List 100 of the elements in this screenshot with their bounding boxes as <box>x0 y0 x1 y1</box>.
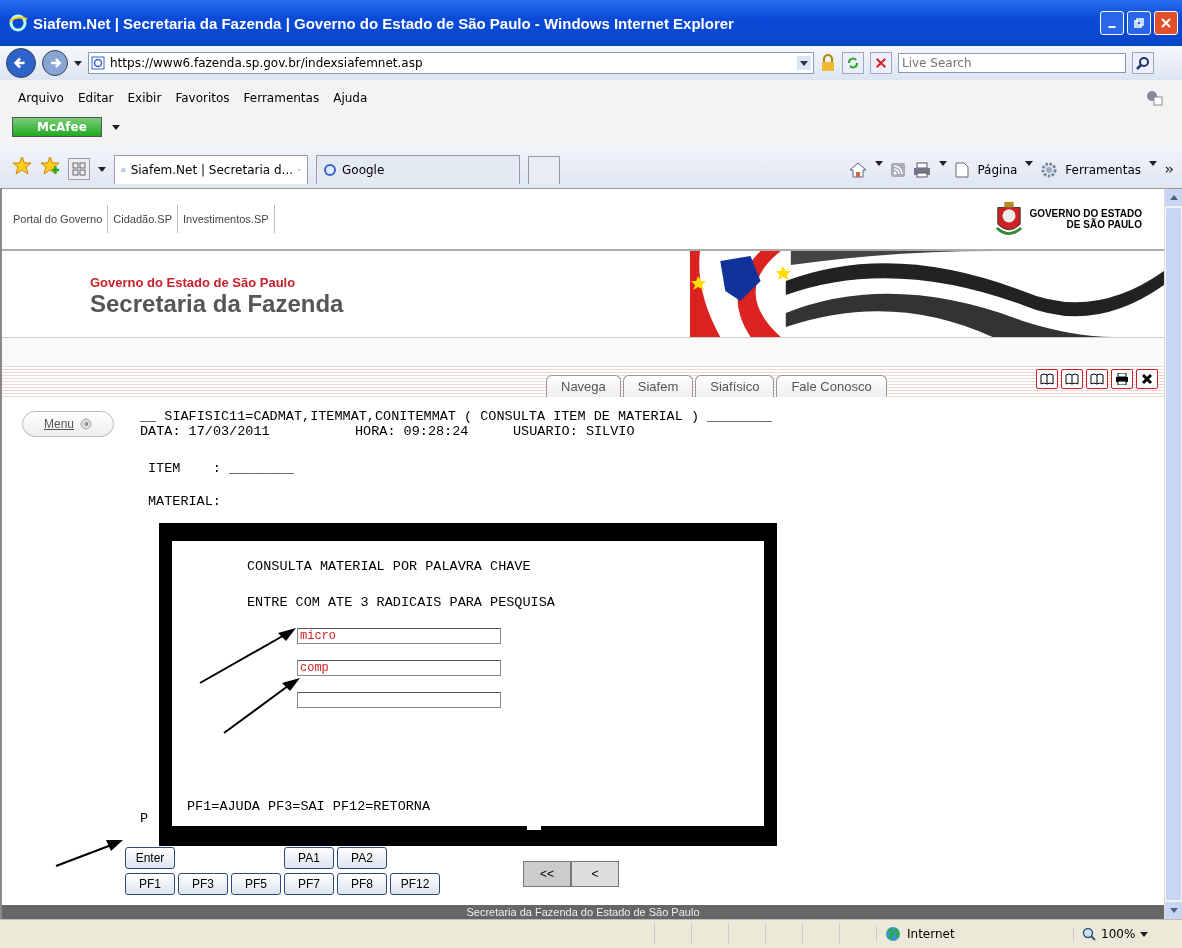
browser-tab[interactable]: Siafem.Net | Secretaria d... <box>114 155 308 184</box>
printer-icon[interactable] <box>913 161 932 178</box>
arrow-drawing <box>54 838 124 868</box>
search-icon <box>1136 56 1150 70</box>
dialog-instruction: ENTRE COM ATE 3 RADICAIS PARA PESQUISA <box>247 595 555 610</box>
menu-item[interactable]: Editar <box>77 91 114 105</box>
home-icon[interactable] <box>849 161 868 178</box>
menu-item[interactable]: Ferramentas <box>243 91 320 105</box>
caret-icon[interactable] <box>939 161 948 166</box>
search-field[interactable]: Live Search <box>898 53 1126 73</box>
chevron-icon[interactable] <box>1165 165 1174 174</box>
menu-item[interactable]: Ajuda <box>333 91 368 105</box>
stop-button[interactable] <box>870 52 892 74</box>
arrow-down-icon[interactable] <box>1169 908 1178 913</box>
search-button[interactable] <box>1132 52 1154 74</box>
material-label: MATERIAL: <box>148 494 221 509</box>
minimize-button[interactable] <box>1100 11 1124 35</box>
dropdown-icon[interactable] <box>797 56 811 70</box>
terminal-text: P <box>140 811 149 826</box>
paging-button[interactable]: << <box>523 861 571 887</box>
page-icon <box>121 167 126 173</box>
refresh-icon <box>846 56 860 70</box>
nav-tab[interactable]: Siafem <box>622 375 694 397</box>
stop-icon <box>875 57 887 69</box>
star-icon[interactable] <box>12 156 32 176</box>
minimize-icon <box>1108 26 1116 28</box>
screen-header: __ SIAFISIC11=CADMAT,ITEMMAT,CONITEMMAT ( CONSULTA ITEM DE MATERIAL ) ________ <box>140 409 772 424</box>
function-key[interactable]: PF8 <box>337 873 387 895</box>
coat-of-arms-icon <box>995 200 1024 238</box>
paging-button[interactable]: < <box>571 861 619 887</box>
user-text: USUARIO: SILVIO <box>513 424 635 439</box>
function-key[interactable]: Enter <box>125 847 175 869</box>
caret-icon[interactable] <box>98 167 106 172</box>
function-key[interactable]: PA1 <box>284 847 334 869</box>
page-icon <box>323 163 337 177</box>
book-icon <box>1090 373 1104 385</box>
command-menu[interactable]: Página <box>977 162 1018 177</box>
menu-item[interactable]: Favoritos <box>175 91 230 105</box>
forward-button[interactable] <box>42 50 68 76</box>
security-zone: Internet <box>907 927 955 941</box>
add-favorite-icon[interactable] <box>40 156 60 176</box>
caret-icon[interactable] <box>1025 161 1034 166</box>
close-icon <box>1161 18 1171 28</box>
restore-button[interactable] <box>1127 11 1151 35</box>
book-button[interactable] <box>1036 369 1058 389</box>
portal-link[interactable]: Portal do Governo <box>8 205 109 233</box>
function-key[interactable]: PF1 <box>125 873 175 895</box>
close-button[interactable] <box>1136 369 1158 389</box>
function-key[interactable]: PF12 <box>390 873 440 895</box>
book-button[interactable] <box>1061 369 1083 389</box>
lock-icon[interactable] <box>820 54 836 72</box>
caret-icon[interactable] <box>875 161 884 166</box>
nav-tab[interactable]: Fale Conosco <box>776 375 887 397</box>
command-menu[interactable]: Ferramentas <box>1065 162 1141 177</box>
zoom-icon <box>1082 927 1096 941</box>
nav-tab[interactable]: Siafísico <box>695 375 775 397</box>
window-title: Siafem.Net | Secretaria da Fazenda | Governo do Estado de São Paulo - Windows Internet Explorer <box>33 14 735 32</box>
portal-link[interactable]: Cidadão.SP <box>108 205 178 233</box>
page-icon <box>91 56 105 70</box>
arrow-up-icon[interactable] <box>1169 195 1178 200</box>
caret-icon[interactable] <box>74 60 82 66</box>
banner-title: Secretaria da Fazenda <box>90 290 344 318</box>
footer-text: Secretaria da Fazenda do Estado de São Paulo <box>466 905 700 919</box>
address-field[interactable]: https://www6.fazenda.sp.gov.br/indexsiafemnet.asp <box>88 52 814 74</box>
function-key[interactable]: PF5 <box>231 873 281 895</box>
menu-button[interactable]: Menu <box>22 411 114 437</box>
caret-icon[interactable] <box>1149 161 1157 166</box>
translate-icon[interactable] <box>1146 90 1164 106</box>
browser-tab[interactable]: Google <box>316 155 520 184</box>
menu-item[interactable]: Exibir <box>127 91 162 105</box>
quick-tabs-button[interactable] <box>68 158 90 180</box>
refresh-button[interactable] <box>842 52 864 74</box>
keyword-field[interactable] <box>297 692 501 708</box>
banner-subtitle: Governo do Estado de São Paulo <box>90 275 297 290</box>
grid-icon <box>72 162 86 176</box>
dialog-title: CONSULTA MATERIAL POR PALAVRA CHAVE <box>247 559 531 574</box>
zoom-level[interactable]: 100% <box>1101 927 1136 941</box>
function-key[interactable]: PA2 <box>337 847 387 869</box>
print-button[interactable] <box>1111 369 1133 389</box>
portal-link[interactable]: Investimentos.SP <box>178 205 275 233</box>
browser-logo-icon <box>8 13 28 33</box>
keyword-field[interactable]: micro <box>297 628 501 644</box>
date-text: DATA: 17/03/2011 <box>140 424 271 439</box>
back-button[interactable] <box>6 48 36 78</box>
brand-text: DE SÃO PAULO <box>1066 219 1142 230</box>
page-icon <box>955 161 970 178</box>
item-label: ITEM : <box>148 461 221 476</box>
close-icon <box>1141 373 1153 385</box>
keyword-field[interactable]: comp <box>297 660 501 676</box>
nav-tab[interactable]: Navega <box>546 375 621 397</box>
menu-item[interactable]: Arquivo <box>18 91 64 105</box>
item-field[interactable]: ________ <box>228 461 294 476</box>
caret-icon[interactable] <box>1140 931 1149 937</box>
function-key[interactable]: PF7 <box>284 873 334 895</box>
scrollbar[interactable] <box>1164 189 1182 919</box>
close-icon[interactable] <box>298 168 301 172</box>
globe-icon <box>885 926 901 942</box>
caret-icon[interactable] <box>111 124 120 130</box>
function-key[interactable]: PF3 <box>178 873 228 895</box>
book-button[interactable] <box>1086 369 1108 389</box>
